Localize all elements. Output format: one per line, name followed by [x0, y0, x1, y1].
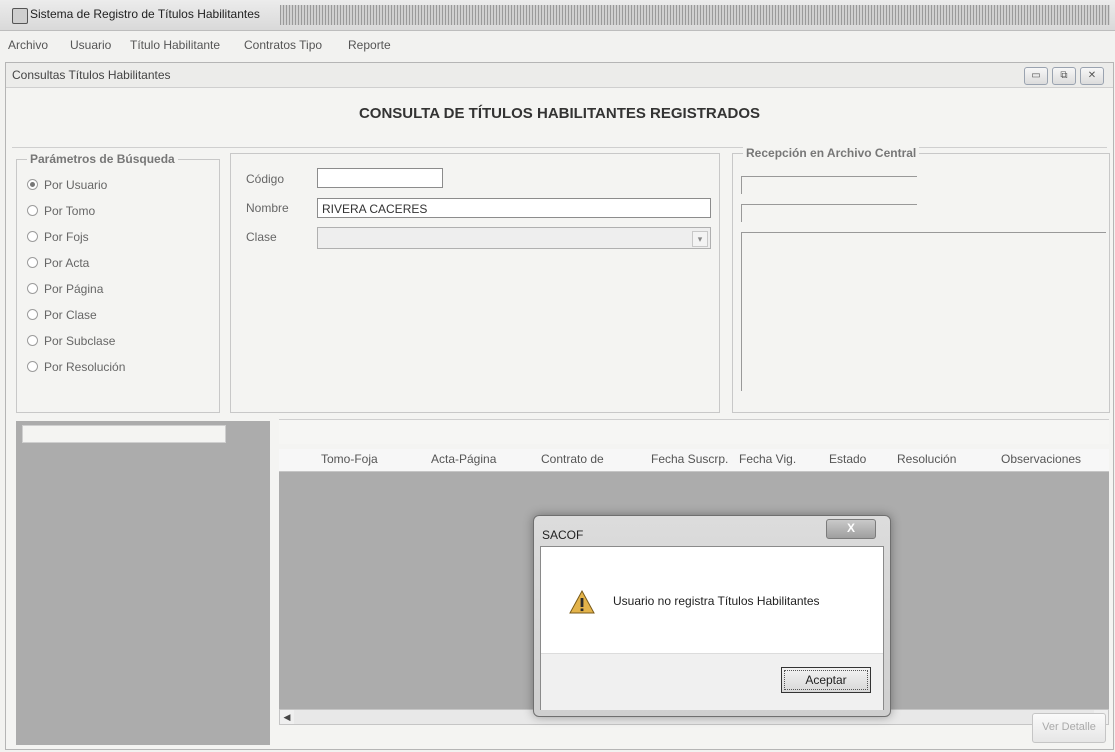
- menu-archivo[interactable]: Archivo: [8, 38, 48, 52]
- col-observaciones[interactable]: Observaciones: [1001, 452, 1081, 466]
- radio-por-tomo[interactable]: Por Tomo: [27, 204, 95, 218]
- nombre-label: Nombre: [246, 201, 289, 215]
- left-list-header: [22, 425, 226, 443]
- codigo-label: Código: [246, 172, 285, 186]
- scroll-left-icon[interactable]: ◀: [280, 710, 294, 724]
- left-list-panel[interactable]: [16, 421, 270, 745]
- radio-por-pagina[interactable]: Por Página: [27, 282, 103, 296]
- dialog-body: Usuario no registra Títulos Habilitantes…: [540, 546, 884, 710]
- nombre-input[interactable]: RIVERA CACERES: [317, 198, 711, 218]
- recepcion-group: Recepción en Archivo Central: [732, 146, 1110, 413]
- search-fields-group: Código Nombre RIVERA CACERES Clase ▾: [230, 153, 720, 413]
- message-dialog: SACOF X Usuario no registra Títulos Habi…: [533, 515, 891, 717]
- consultas-titlebar: [6, 63, 1113, 88]
- clase-dropdown[interactable]: ▾: [317, 227, 711, 249]
- warning-icon: [569, 589, 595, 614]
- app-icon: [12, 8, 28, 24]
- col-estado[interactable]: Estado: [829, 452, 866, 466]
- restore-button[interactable]: ⧉: [1052, 67, 1076, 85]
- radio-icon: [27, 361, 38, 372]
- minimize-button[interactable]: ▭: [1024, 67, 1048, 85]
- close-window-button[interactable]: ✕: [1080, 67, 1104, 85]
- results-toolbar: [279, 419, 1109, 444]
- radio-por-fojs[interactable]: Por Fojs: [27, 230, 89, 244]
- divider: [12, 147, 1107, 148]
- dialog-message: Usuario no registra Títulos Habilitantes: [613, 594, 820, 608]
- radio-por-resolucion[interactable]: Por Resolución: [27, 360, 125, 374]
- col-tomo-foja[interactable]: Tomo-Foja: [321, 452, 378, 466]
- menu-contratos-tipo[interactable]: Contratos Tipo: [244, 38, 322, 52]
- col-acta-pagina[interactable]: Acta-Página: [431, 452, 496, 466]
- menu-titulo-habilitante[interactable]: Título Habilitante: [130, 38, 220, 52]
- window-title: Sistema de Registro de Títulos Habilitan…: [30, 7, 260, 21]
- col-fecha-suscrp[interactable]: Fecha Suscrp.: [651, 452, 728, 466]
- chevron-down-icon[interactable]: ▾: [692, 231, 708, 247]
- radio-icon: [27, 205, 38, 216]
- clase-label: Clase: [246, 230, 277, 244]
- search-params-legend: Parámetros de Búsqueda: [27, 152, 178, 166]
- radio-por-subclase[interactable]: Por Subclase: [27, 334, 115, 348]
- recepcion-field-2[interactable]: [741, 204, 917, 222]
- codigo-input[interactable]: [317, 168, 443, 188]
- aceptar-button[interactable]: Aceptar: [781, 667, 871, 693]
- titlebar-stripes: [280, 5, 1110, 25]
- search-params-group: Parámetros de Búsqueda Por Usuario Por T…: [16, 152, 220, 413]
- radio-por-usuario[interactable]: Por Usuario: [27, 178, 107, 192]
- radio-icon: [27, 231, 38, 242]
- radio-icon: [27, 283, 38, 294]
- menu-reporte[interactable]: Reporte: [348, 38, 391, 52]
- recepcion-legend: Recepción en Archivo Central: [743, 146, 920, 160]
- radio-icon: [27, 257, 38, 268]
- col-contrato-de[interactable]: Contrato de: [541, 452, 604, 466]
- radio-icon: [27, 309, 38, 320]
- ver-detalle-button[interactable]: Ver Detalle: [1032, 713, 1106, 743]
- col-resolucion[interactable]: Resolución: [897, 452, 956, 466]
- col-fecha-vig[interactable]: Fecha Vig.: [739, 452, 796, 466]
- page-title: CONSULTA DE TÍTULOS HABILITANTES REGISTR…: [358, 105, 761, 122]
- radio-por-clase[interactable]: Por Clase: [27, 308, 97, 322]
- dialog-close-button[interactable]: X: [826, 519, 876, 539]
- dialog-title: SACOF: [542, 528, 584, 542]
- radio-icon: [27, 335, 38, 346]
- recepcion-field-1[interactable]: [741, 176, 917, 194]
- menu-bar: Archivo Usuario Título Habilitante Contr…: [0, 36, 1115, 56]
- recepcion-notes-area[interactable]: [741, 232, 1106, 391]
- results-grid-header: Tomo-Foja Acta-Página Contrato de Fecha …: [279, 449, 1109, 472]
- menu-usuario[interactable]: Usuario: [70, 38, 111, 52]
- consultas-title: Consultas Títulos Habilitantes: [12, 68, 171, 82]
- radio-selected-icon: [27, 179, 38, 190]
- radio-por-acta[interactable]: Por Acta: [27, 256, 89, 270]
